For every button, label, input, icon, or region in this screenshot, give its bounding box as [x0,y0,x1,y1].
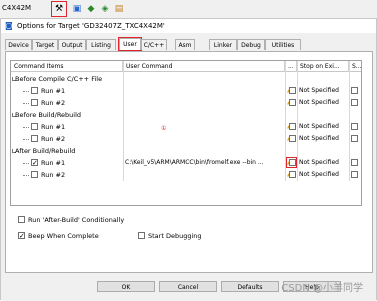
tab-asm[interactable]: Asm [175,39,195,50]
tab-strip: Device Target Output Listing User C/C++ … [5,37,373,51]
s-checkbox[interactable] [351,135,358,142]
stop-value: Not Specified [299,87,339,94]
group-after-build[interactable]: After Build/Rebuild [11,145,361,157]
column-divider [297,61,298,181]
tab-linker[interactable]: Linker [209,39,237,50]
stop-checkbox[interactable] [289,159,296,166]
s-checkbox[interactable] [351,171,358,178]
run-after-build-label: Run 'After-Build' Conditionally [28,216,125,224]
header-command-items: Command Items [11,61,123,72]
group-before-build[interactable]: Before Build/Rebuild [11,109,361,121]
keil-icon: ◙ [5,21,13,30]
user-command-input[interactable]: C:\Keil_v5\ARM\ARMCC\bin\fromelf.exe --b… [125,159,264,166]
s-checkbox[interactable] [351,123,358,130]
defaults-button[interactable]: Defaults [221,281,279,292]
target-name-text: C4X42M [2,4,32,12]
stop-value: Not Specified [299,159,339,166]
dialog-titlebar: ◙ Options for Target 'GD32407Z_TXC4X42M' [1,19,376,33]
group-label: After Build/Rebuild [15,147,76,155]
group-before-compile[interactable]: Before Compile C/C++ File [11,73,361,85]
stop-checkbox[interactable] [289,87,296,94]
column-divider [123,61,124,181]
options-dialog: ◙ Options for Target 'GD32407Z_TXC4X42M'… [0,18,377,301]
column-divider [285,61,286,181]
run-checkbox-checked[interactable]: ✓ [31,159,38,167]
tab-device[interactable]: Device [5,39,32,50]
run-checkbox[interactable] [31,135,38,142]
run-label: Run #2 [41,171,66,179]
tab-target[interactable]: Target [32,39,58,50]
tab-c-cpp[interactable]: C/C++ [141,39,167,50]
s-checkbox[interactable] [351,87,358,94]
s-checkbox[interactable] [351,99,358,106]
ok-button[interactable]: OK [97,281,155,292]
manage-packs-icon[interactable]: ◆ [84,2,98,16]
command-grid: Command Items User Command ... Stop on E… [10,60,362,206]
start-debugging-label: Start Debugging [148,232,202,240]
start-debugging-checkbox[interactable] [138,232,145,239]
table-row[interactable]: Run #2 ▰ Not Specified [11,97,361,109]
stop-value: Not Specified [299,123,339,130]
header-user-command: User Command [123,61,285,72]
run-label: Run #1 [41,123,66,131]
tab-output[interactable]: Output [58,39,86,50]
run-label: Run #1 [41,159,66,167]
table-row[interactable]: Run #1 ▰ Not Specified [11,121,361,133]
pack-installer-icon[interactable]: ◈ [98,2,112,16]
tab-listing[interactable]: Listing [86,39,116,50]
column-divider [349,61,350,181]
stop-value: Not Specified [299,171,339,178]
tab-debug[interactable]: Debug [237,39,265,50]
toolbar: C4X42M ⚒ ▣ ◆ ◈ ▤ [0,0,377,19]
table-row[interactable]: Run #2 ▰ Not Specified [11,169,361,181]
user-tab-panel: Command Items User Command ... Stop on E… [5,51,373,273]
tab-utilities[interactable]: Utilities [265,39,301,50]
project-icon[interactable]: ▤ [112,2,126,16]
s-checkbox[interactable] [351,159,358,166]
annotation-marker: ① [161,125,167,132]
table-row[interactable]: ✓ Run #1 C:\Keil_v5\ARM\ARMCC\bin\fromel… [11,157,361,169]
run-label: Run #2 [41,135,66,143]
run-checkbox[interactable] [31,171,38,178]
stop-checkbox[interactable] [289,123,296,130]
group-label: Before Compile C/C++ File [15,75,103,83]
run-after-build-checkbox[interactable] [18,216,25,223]
group-label: Before Build/Rebuild [15,111,82,119]
run-checkbox[interactable] [31,99,38,106]
stop-value: Not Specified [299,135,339,142]
stop-checkbox[interactable] [289,135,296,142]
table-row[interactable]: Run #2 ▰ Not Specified [11,133,361,145]
beep-when-complete-label: Beep When Complete [28,232,99,240]
cancel-button[interactable]: Cancel [159,281,217,292]
run-label: Run #1 [41,87,66,95]
dialog-title: Options for Target 'GD32407Z_TXC4X42M' [17,22,165,30]
tab-user[interactable]: User [118,37,142,51]
stop-value: Not Specified [299,99,339,106]
run-checkbox[interactable] [31,123,38,130]
run-checkbox[interactable] [31,87,38,94]
run-label: Run #2 [41,99,66,107]
header-browse: ... [285,61,297,72]
options-for-target-icon[interactable]: ⚒ [51,1,67,17]
table-row[interactable]: Run #1 ▰ Not Specified [11,85,361,97]
beep-when-complete-checkbox[interactable]: ✓ [18,232,25,240]
header-s: S... [349,61,362,72]
file-extensions-icon[interactable]: ▣ [70,2,84,16]
watermark: CSDN @小羊同学 [281,283,363,294]
stop-checkbox[interactable] [289,171,296,178]
stop-checkbox[interactable] [289,99,296,106]
header-stop-on-exit: Stop on Exi... [297,61,349,72]
